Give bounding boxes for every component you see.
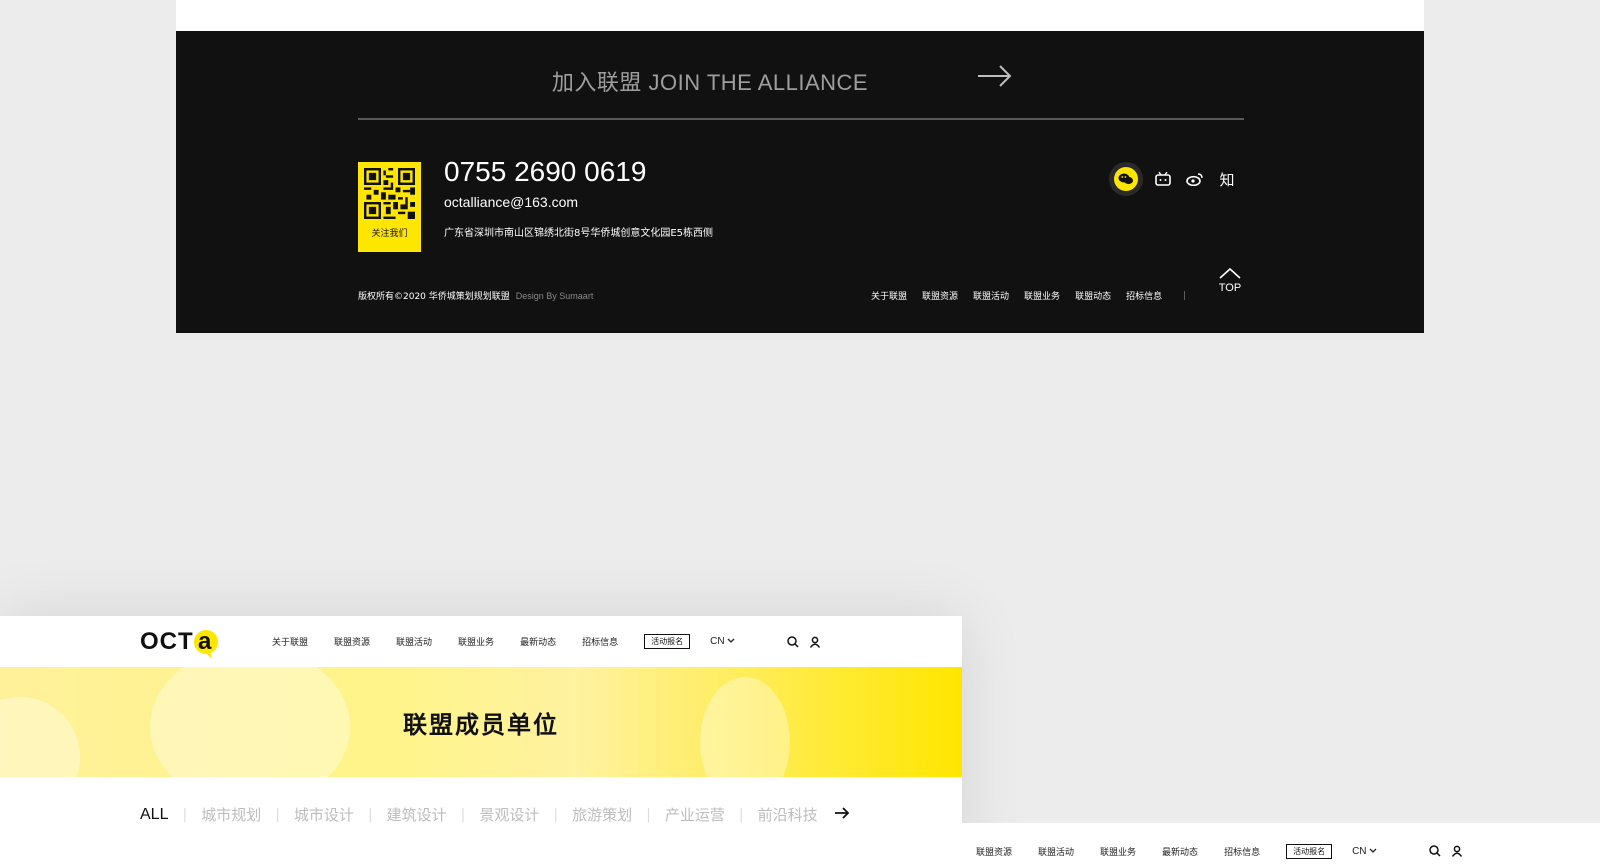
footer-nav-separator: | xyxy=(1183,290,1187,301)
filter-separator: | xyxy=(460,806,466,823)
footer-nav-events[interactable]: 联盟活动 xyxy=(973,289,1009,302)
bilibili-icon[interactable] xyxy=(1151,167,1175,191)
nav-business[interactable]: 联盟业务 xyxy=(1100,845,1136,858)
secondary-header-preview: 联盟资源 联盟活动 联盟业务 最新动态 招标信息 活动报名 CN xyxy=(962,823,1600,867)
filter-industry[interactable]: 产业运营 xyxy=(665,804,725,825)
header-icons xyxy=(1428,844,1472,858)
footer-nav-business[interactable]: 联盟业务 xyxy=(1024,289,1060,302)
language-selector[interactable]: CN xyxy=(710,636,735,647)
logo-accent-text: a xyxy=(198,628,213,655)
filter-separator: | xyxy=(275,806,280,823)
user-icon[interactable] xyxy=(1450,844,1464,858)
social-links: 知 xyxy=(1109,162,1239,196)
page-banner: 联盟成员单位 xyxy=(0,667,962,777)
event-signup-button[interactable]: 活动报名 xyxy=(644,634,691,649)
chevron-up-icon xyxy=(1219,267,1241,279)
design-credit[interactable]: Design By Sumaart xyxy=(516,291,594,301)
weibo-icon[interactable] xyxy=(1183,167,1207,191)
header-icons xyxy=(786,635,830,649)
filter-separator: | xyxy=(646,806,651,823)
contact-phone: 0755 2690 0619 xyxy=(444,156,647,187)
back-to-top-label: TOP xyxy=(1218,282,1242,294)
qr-code-label: 关注我们 xyxy=(371,229,408,239)
filter-technology[interactable]: 前沿科技 xyxy=(758,804,818,825)
category-filter: ALL | 城市规划 | 城市设计 | 建筑设计 | 景观设计 | 旅游策划 |… xyxy=(140,804,850,825)
site-footer: 加入联盟 JOIN THE ALLIANCE 关注我们 0755 2690 06… xyxy=(176,31,1424,333)
contact-address: 广东省深圳市南山区锦绣北街8号华侨城创意文化园E5栋西侧 xyxy=(444,228,714,239)
page-title: 联盟成员单位 xyxy=(403,711,559,739)
filter-all[interactable]: ALL xyxy=(140,806,168,824)
footer-nav: 关于联盟 联盟资源 联盟活动 联盟业务 联盟动态 招标信息 | xyxy=(871,289,1187,303)
nav-about[interactable]: 关于联盟 xyxy=(272,635,308,648)
event-signup-button[interactable]: 活动报名 xyxy=(1286,844,1333,859)
footer-nav-resources[interactable]: 联盟资源 xyxy=(922,289,958,302)
chevron-down-icon xyxy=(727,638,735,643)
filter-separator: | xyxy=(553,806,559,823)
filter-separator: | xyxy=(182,806,188,823)
nav-tenders[interactable]: 招标信息 xyxy=(582,635,618,648)
contact-email[interactable]: octalliance@163.com xyxy=(444,194,578,210)
language-selector[interactable]: CN xyxy=(1352,846,1377,857)
filter-urban-planning[interactable]: 城市规划 xyxy=(201,804,261,825)
nav-business[interactable]: 联盟业务 xyxy=(458,635,494,648)
nav-news[interactable]: 最新动态 xyxy=(1162,845,1198,858)
nav-news[interactable]: 最新动态 xyxy=(520,635,556,648)
primary-nav: 关于联盟 联盟资源 联盟活动 联盟业务 最新动态 招标信息 活动报名 CN xyxy=(272,634,735,649)
footer-nav-tenders[interactable]: 招标信息 xyxy=(1126,289,1162,302)
octa-logo[interactable]: OCT a xyxy=(140,627,220,659)
zhihu-icon[interactable]: 知 xyxy=(1215,167,1239,191)
wechat-icon[interactable] xyxy=(1109,162,1143,196)
nav-events[interactable]: 联盟活动 xyxy=(1038,845,1074,858)
chevron-down-icon xyxy=(1369,848,1377,853)
nav-tenders[interactable]: 招标信息 xyxy=(1224,845,1260,858)
filter-tourism[interactable]: 旅游策划 xyxy=(572,804,632,825)
back-to-top-button[interactable]: TOP xyxy=(1215,265,1245,297)
nav-events[interactable]: 联盟活动 xyxy=(396,635,432,648)
user-icon[interactable] xyxy=(808,635,822,649)
qr-code-image xyxy=(364,168,415,219)
language-label: CN xyxy=(1352,846,1367,857)
filter-separator: | xyxy=(367,806,373,823)
footer-nav-about[interactable]: 关于联盟 xyxy=(871,289,907,302)
qr-code-card: 关注我们 xyxy=(358,162,421,252)
filter-landscape[interactable]: 景观设计 xyxy=(479,804,539,825)
footer-nav-news[interactable]: 联盟动态 xyxy=(1075,289,1111,302)
nav-resources[interactable]: 联盟资源 xyxy=(976,845,1012,858)
join-alliance-label: 加入联盟 JOIN THE ALLIANCE xyxy=(551,70,869,95)
arrow-right-icon[interactable] xyxy=(834,805,850,824)
site-header: OCT a 关于联盟 联盟资源 联盟活动 联盟业务 最新动态 招标信息 活动报名… xyxy=(0,616,962,668)
join-alliance-link[interactable]: 加入联盟 JOIN THE ALLIANCE xyxy=(358,61,1062,101)
nav-resources[interactable]: 联盟资源 xyxy=(334,635,370,648)
filter-urban-design[interactable]: 城市设计 xyxy=(294,804,354,825)
copyright-line: 版权所有©2020 华侨城策划规划联盟 Design By Sumaart xyxy=(358,289,593,302)
language-label: CN xyxy=(710,636,725,647)
filter-separator: | xyxy=(738,806,744,823)
secondary-nav: 联盟资源 联盟活动 联盟业务 最新动态 招标信息 活动报名 CN xyxy=(976,844,1377,859)
logo-text: OCT xyxy=(140,628,194,655)
footer-divider xyxy=(358,118,1244,120)
copyright-text: 版权所有©2020 华侨城策划规划联盟 xyxy=(358,292,510,302)
search-icon[interactable] xyxy=(786,635,800,649)
filter-architecture[interactable]: 建筑设计 xyxy=(387,804,447,825)
arrow-right-icon xyxy=(976,63,1014,93)
search-icon[interactable] xyxy=(1428,844,1442,858)
page-top-strip xyxy=(176,0,1424,31)
members-page-preview: OCT a 关于联盟 联盟资源 联盟活动 联盟业务 最新动态 招标信息 活动报名… xyxy=(0,616,962,867)
